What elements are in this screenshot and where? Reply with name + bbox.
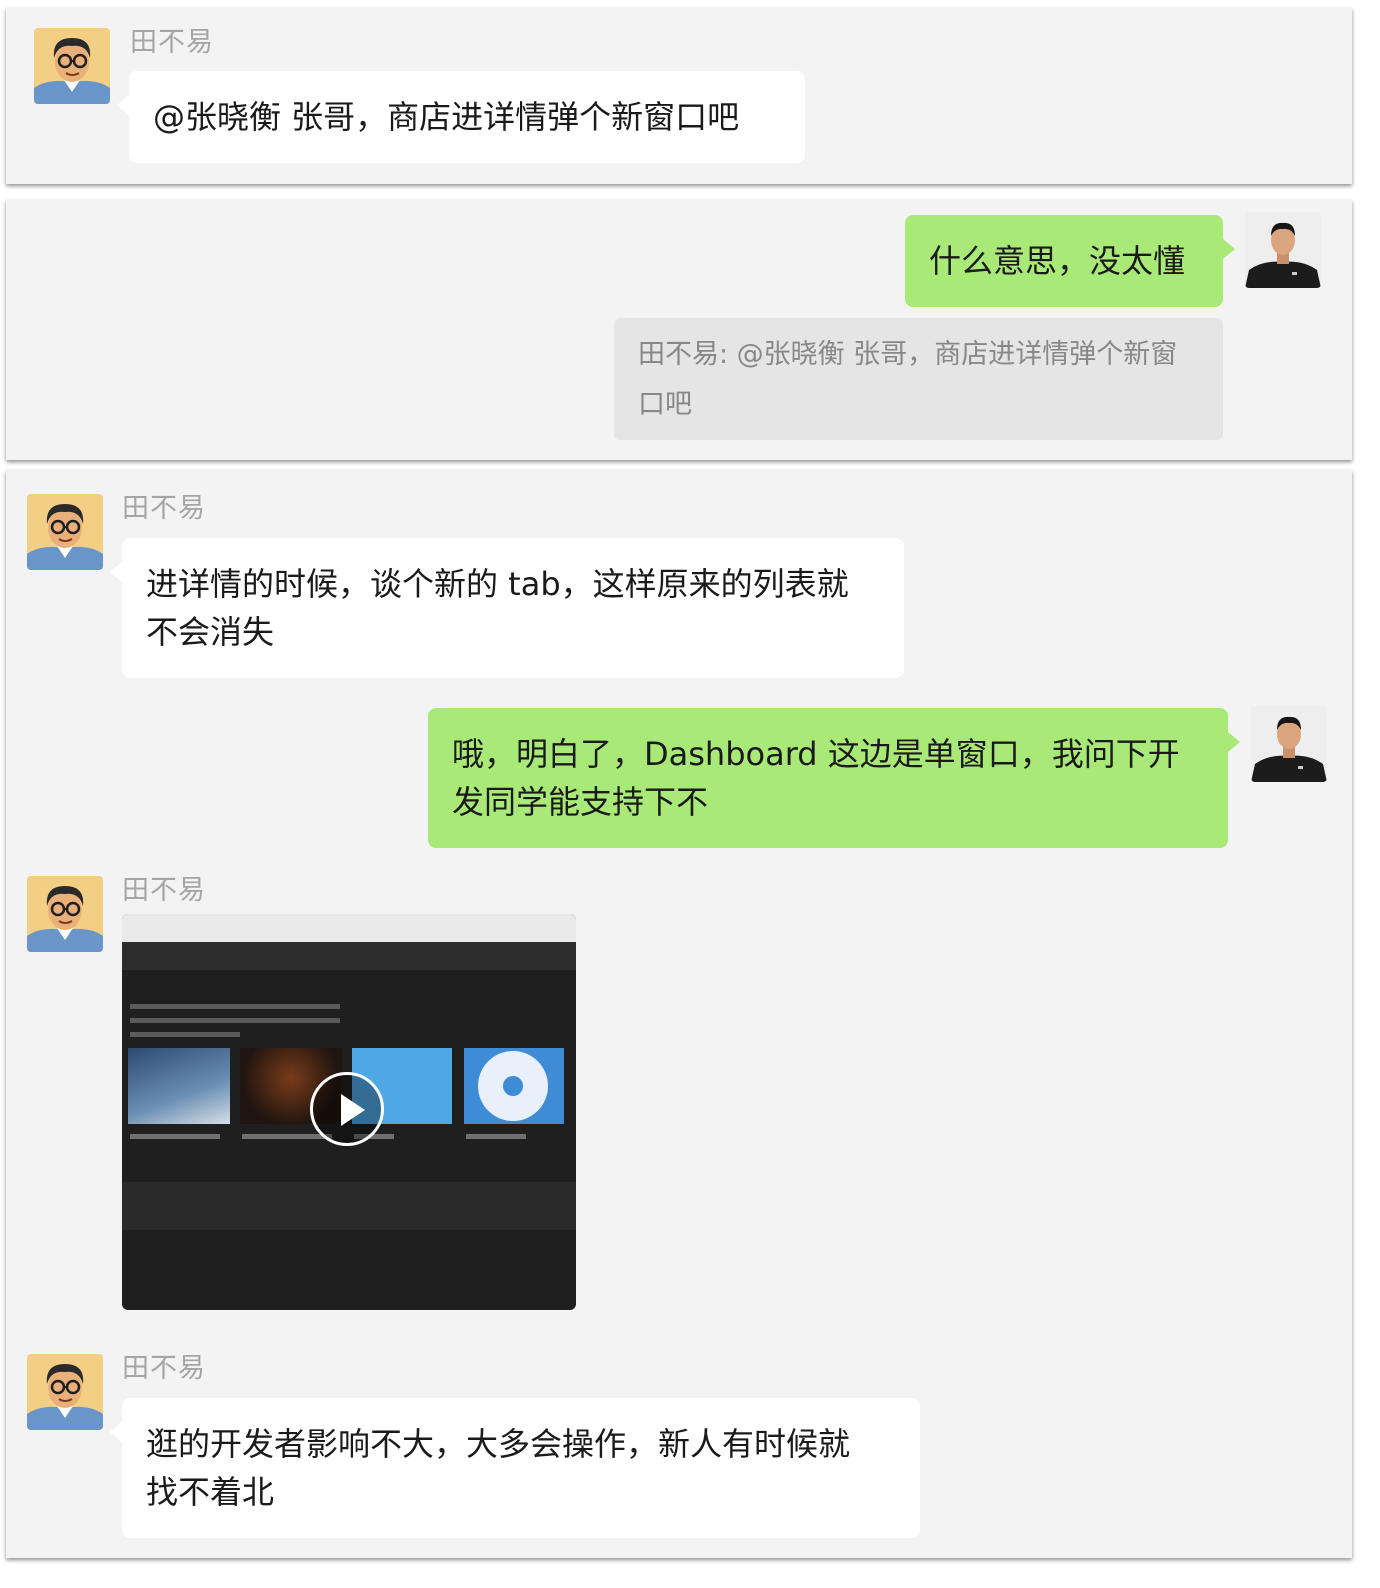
content-line — [130, 1004, 340, 1009]
chat-panel: 什么意思，没太懂 田不易: @张晓衡 张哥，商店进详情弹个新窗 口吧 — [6, 200, 1352, 460]
message-line: 逛的开发者影响不大，大多会操作，新人有时候就 — [146, 1425, 851, 1463]
message-bubble[interactable]: 什么意思，没太懂 — [905, 215, 1235, 307]
content-line — [466, 1134, 526, 1139]
sender-name: 田不易 — [122, 875, 206, 906]
message-line: 不会消失 — [146, 613, 275, 651]
avatar[interactable] — [1245, 212, 1321, 288]
sender-name: 田不易 — [130, 27, 214, 58]
card-thumbnail — [128, 1048, 230, 1124]
content-line — [130, 1018, 340, 1023]
quote-line: 口吧 — [638, 389, 692, 420]
avatar[interactable] — [27, 1354, 103, 1430]
message-bubble[interactable]: 逛的开发者影响不大，大多会操作，新人有时候就 找不着北 — [110, 1398, 920, 1538]
message-line: 找不着北 — [146, 1473, 275, 1511]
chat-panel: 田不易 进详情的时候，谈个新的 tab，这样原来的列表就 不会消失 哦，明白了，… — [6, 470, 1352, 1558]
browser-nav — [122, 942, 576, 970]
message-line: 进详情的时候，谈个新的 tab，这样原来的列表就 — [146, 565, 849, 603]
message-bubble[interactable]: 哦，明白了，Dashboard 这边是单窗口，我问下开 发同学能支持下不 — [428, 708, 1240, 848]
video-thumbnail[interactable] — [122, 914, 576, 1310]
play-icon[interactable] — [310, 1072, 384, 1146]
avatar[interactable] — [1251, 706, 1327, 782]
message-line: 哦，明白了，Dashboard 这边是单窗口，我问下开 — [452, 735, 1180, 773]
quoted-message[interactable]: 田不易: @张晓衡 张哥，商店进详情弹个新窗 口吧 — [614, 318, 1223, 440]
message-bubble[interactable]: @张晓衡 张哥，商店进详情弹个新窗口吧 — [117, 71, 805, 163]
avatar[interactable] — [34, 28, 110, 104]
sender-name: 田不易 — [122, 493, 206, 524]
avatar[interactable] — [27, 876, 103, 952]
content-line — [130, 1032, 240, 1037]
content-line — [242, 1134, 332, 1139]
chat-panel: 田不易 @张晓衡 张哥，商店进详情弹个新窗口吧 — [6, 8, 1352, 184]
card-thumbnail — [464, 1048, 564, 1124]
footer-strip — [122, 1182, 576, 1230]
sender-name: 田不易 — [122, 1353, 206, 1384]
browser-toolbar — [122, 914, 576, 942]
chrome-icon — [478, 1051, 548, 1121]
message-line: 发同学能支持下不 — [452, 783, 709, 821]
avatar[interactable] — [27, 494, 103, 570]
content-line — [130, 1134, 220, 1139]
quote-line: 田不易: @张晓衡 张哥，商店进详情弹个新窗 — [638, 339, 1178, 370]
message-bubble[interactable]: 进详情的时候，谈个新的 tab，这样原来的列表就 不会消失 — [110, 538, 904, 678]
